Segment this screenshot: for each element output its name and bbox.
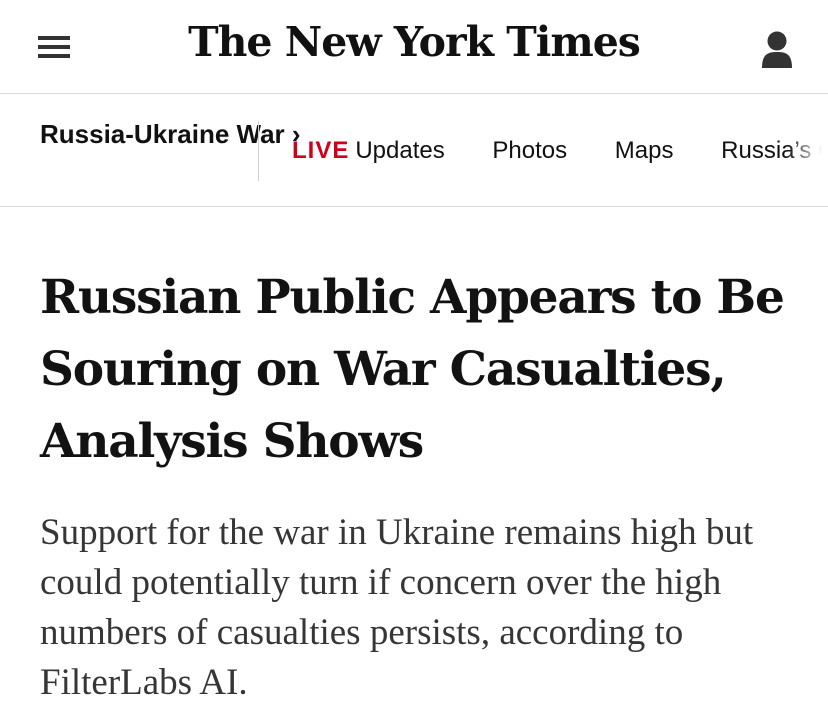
- nav-divider: [258, 121, 259, 181]
- article-summary: Support for the war in Ukraine remains h…: [40, 512, 754, 703]
- article-headline: Russian Public Appears to Be Souring on …: [40, 270, 785, 469]
- nav-item-live-updates[interactable]: LIVE Updates: [292, 137, 445, 165]
- user-silhouette-icon: [762, 31, 792, 68]
- section-title-label: Russia-Ukraine War ›: [40, 119, 301, 149]
- nyt-logo[interactable]: The New York Times: [0, 18, 828, 66]
- nav-fade-overlay: [788, 95, 828, 206]
- nav-item-label: Updates: [355, 137, 445, 164]
- nav-item-maps[interactable]: Maps: [615, 137, 674, 165]
- nav-links: LIVE Updates Photos Maps Russia’s C: [292, 137, 828, 165]
- live-badge: LIVE: [292, 137, 350, 164]
- masthead: The New York Times: [0, 0, 828, 94]
- section-title-link[interactable]: Russia-Ukraine War ›: [40, 119, 301, 150]
- user-account-icon[interactable]: [760, 30, 794, 70]
- section-nav: Russia-Ukraine War › LIVE Updates Photos …: [0, 95, 828, 207]
- nav-item-photos[interactable]: Photos: [492, 137, 567, 165]
